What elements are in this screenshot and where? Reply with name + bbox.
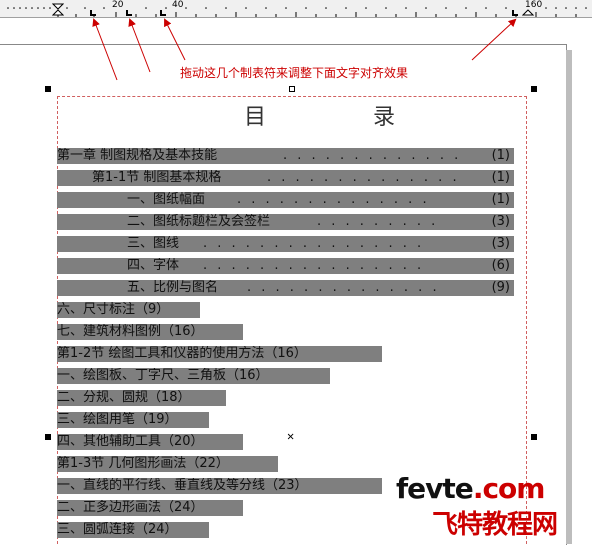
toc-line-page: (1) [491,192,510,207]
toc-line-page: (1) [491,148,510,163]
toc-line-leader: . . . . . . . . . . . . . . [247,280,440,295]
selection-handle-middle-right[interactable] [531,434,537,440]
toc-line: 三、绘图用笔（19） [57,412,209,428]
toc-line: 七、建筑材料图例（16） [57,324,243,340]
toc-line: 三、图线 . . . . . . . . . . . . . . . . (3) [57,236,514,252]
toc-line-text: 一、图纸幅面 [127,192,206,207]
rotation-center-icon: ✕ [287,429,295,443]
toc-line-leader: . . . . . . . . . . . . . . . . [203,236,425,251]
selection-handle-middle-left[interactable] [45,434,51,440]
selection-handle-top-middle[interactable] [289,86,295,92]
toc-line: 第1-1节 制图基本规格 . . . . . . . . . . . . . .… [57,170,514,186]
toc-line-text: 四、其他辅助工具（20） [57,434,204,449]
toc-line-page: (3) [491,214,510,229]
toc-line-leader: . . . . . . . . . . . . . . . . [203,258,425,273]
toc-line-page: (9) [491,280,510,295]
watermark-logo: fevte.com [396,472,546,505]
toc-line-text: 三、绘图用笔（19） [57,412,178,427]
toc-line-text: 二、图纸标题栏及会签栏 [127,214,271,229]
watermark-logo-name: fevte [396,472,474,505]
toc-line-text: 第1-3节 几何图形画法（22） [57,456,229,471]
toc-line-text: 第1-1节 制图基本规格 [92,170,222,185]
toc-line-text: 六、尺寸标注（9） [57,302,170,317]
toc-line-text: 第一章 制图规格及基本技能 [57,148,218,163]
callout-text: 拖动这几个制表符来调整下面文字对齐效果 [180,66,409,80]
selection-handle-top-right[interactable] [531,86,537,92]
toc-line: 第1-3节 几何图形画法（22） [57,456,278,472]
toc-line-text: 七、建筑材料图例（16） [57,324,204,339]
toc-line: 一、直线的平行线、垂直线及等分线（23） [57,478,382,494]
document-title: 目 录 [244,105,445,130]
toc-line-page: (1) [491,170,510,185]
toc-line: 三、圆弧连接（24） [57,522,209,538]
toc-line: 第1-2节 绘图工具和仪器的使用方法（16） [57,346,382,362]
selection-handle-top-left[interactable] [45,86,51,92]
toc-line-text: 一、直线的平行线、垂直线及等分线（23） [57,478,308,493]
toc-line-page: (3) [491,236,510,251]
toc-line-text: 三、圆弧连接（24） [57,522,178,537]
watermark-logo-domain: .com [472,472,546,505]
toc-line: 四、字体 . . . . . . . . . . . . . . . . (6) [57,258,514,274]
toc-line: 五、比例与图名 . . . . . . . . . . . . . . (9) [57,280,514,296]
toc-line: 一、图纸幅面 . . . . . . . . . . . . . . (1) [57,192,514,208]
toc-line-text: 四、字体 [127,258,180,273]
toc-line: 四、其他辅助工具（20） [57,434,243,450]
toc-line-text: 一、绘图板、丁字尺、三角板（16） [57,368,269,383]
toc-line-text: 二、分规、圆规（18） [57,390,191,405]
toc-line-leader: . . . . . . . . . . . . . . [237,192,430,207]
watermark-site-name: 飞特教程网 [432,510,558,540]
toc-line: 第一章 制图规格及基本技能 . . . . . . . . . . . . . … [57,148,514,164]
toc-line-leader: . . . . . . . . . . . . . . [267,170,460,185]
toc-line: 二、分规、圆规（18） [57,390,226,406]
toc-line: 六、尺寸标注（9） [57,302,200,318]
toc-line-text: 二、正多边形画法（24） [57,500,204,515]
toc-line-text: 五、比例与图名 [127,280,219,295]
toc-line-leader: . . . . . . . . . . . . . [283,148,462,163]
toc-line: 一、绘图板、丁字尺、三角板（16） [57,368,330,384]
toc-line: 二、图纸标题栏及会签栏 . . . . . . . . . (3) [57,214,514,230]
toc-line-leader: . . . . . . . . . [317,214,439,229]
toc-line-text: 三、图线 [127,236,180,251]
toc-line-page: (6) [491,258,510,273]
toc-line-text: 第1-2节 绘图工具和仪器的使用方法（16） [57,346,307,361]
toc-line: 二、正多边形画法（24） [57,500,243,516]
